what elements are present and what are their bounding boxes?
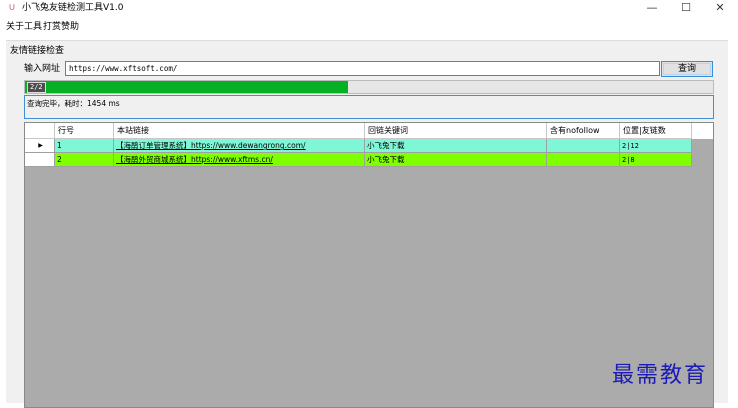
row-selector-marker[interactable]: ▶ [25, 139, 55, 153]
cell-keyword[interactable]: 小飞兔下载 [365, 139, 547, 153]
cell-nofollow[interactable] [547, 153, 620, 167]
header-corner [25, 123, 55, 139]
site-link[interactable]: 【海鹃订单管理系统】https://www.dewangrong.com/ [116, 141, 306, 150]
cell-position[interactable]: 2|12 [620, 139, 692, 153]
progress-text: 2/2 [27, 82, 46, 93]
table-header: 行号 本站链接 回链关键词 含有nofollow 位置|友链数 [25, 123, 713, 139]
query-button-label: 查询 [677, 64, 696, 74]
menu-bar: 关于工具 打赏赞助 [0, 18, 738, 36]
cell-row-number[interactable]: 2 [55, 153, 114, 167]
watermark: 最需教育 [612, 363, 709, 388]
progress-bar: 2/2 [24, 80, 714, 94]
menu-donate[interactable]: 打赏赞助 [43, 21, 79, 33]
header-nofollow[interactable]: 含有nofollow [547, 123, 620, 139]
title-bar: ∪ 小飞兔友链检测工具V1.0 — ☐ ✕ [0, 0, 738, 16]
header-site-link[interactable]: 本站链接 [114, 123, 365, 139]
url-label: 输入网址 [24, 64, 61, 74]
site-link[interactable]: 【海鹃外贸商城系统】https://www.xftms.cn/ [116, 155, 273, 164]
table-row[interactable]: 2 【海鹃外贸商城系统】https://www.xftms.cn/ 小飞兔下载 … [25, 153, 713, 167]
cell-position[interactable]: 2|8 [620, 153, 692, 167]
cell-keyword[interactable]: 小飞兔下载 [365, 153, 547, 167]
results-table: 行号 本站链接 回链关键词 含有nofollow 位置|友链数 ▶ 1 【海鹃订… [24, 122, 714, 408]
progress-fill [25, 81, 349, 93]
minimize-button[interactable]: — [635, 0, 669, 16]
query-button[interactable]: 查询 [661, 61, 713, 77]
status-box: 查询完毕，耗时：1454 ms [24, 95, 714, 119]
menu-about-tool[interactable]: 关于工具 [6, 21, 42, 33]
cell-site-link[interactable]: 【海鹃订单管理系统】https://www.dewangrong.com/ [114, 139, 365, 153]
group-label: 友情链接检查 [10, 46, 65, 56]
cell-site-link[interactable]: 【海鹃外贸商城系统】https://www.xftms.cn/ [114, 153, 365, 167]
row-selector[interactable] [25, 153, 55, 167]
cell-row-number[interactable]: 1 [55, 139, 114, 153]
cell-nofollow[interactable] [547, 139, 620, 153]
maximize-button[interactable]: ☐ [669, 0, 703, 16]
window-title: 小飞兔友链检测工具V1.0 [22, 3, 124, 13]
header-row-number[interactable]: 行号 [55, 123, 114, 139]
status-text: 查询完毕，耗时：1454 ms [27, 99, 120, 108]
close-button[interactable]: ✕ [703, 0, 737, 16]
rabbit-icon: ∪ [8, 2, 16, 13]
header-position[interactable]: 位置|友链数 [620, 123, 692, 139]
header-backlink-keyword[interactable]: 回链关键词 [365, 123, 547, 139]
table-row[interactable]: ▶ 1 【海鹃订单管理系统】https://www.dewangrong.com… [25, 139, 713, 153]
url-input[interactable]: https://www.xftsoft.com/ [65, 61, 660, 76]
